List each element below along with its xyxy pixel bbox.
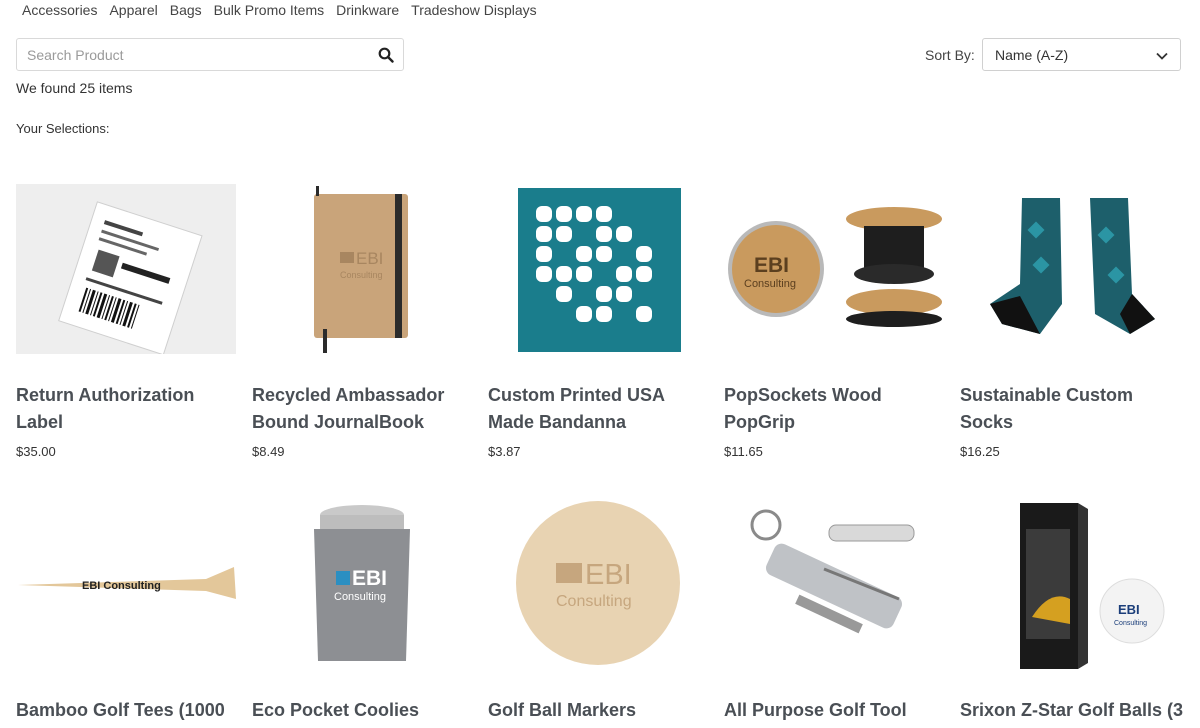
product-card[interactable]: EBI Consulting Golf Ball Markers [488,499,714,724]
chevron-down-icon [1156,47,1168,63]
product-title[interactable]: All Purpose Golf Tool [724,697,950,724]
category-accessories[interactable]: Accessories [22,2,97,18]
product-price: $3.87 [488,444,521,459]
product-title[interactable]: Srixon Z-Star Golf Balls (3 [960,697,1186,724]
product-image-ball-markers[interactable]: EBI Consulting [488,499,708,669]
product-title[interactable]: Return Authorization Label [16,382,242,436]
product-card[interactable]: Custom Printed USA Made Bandanna $3.87 [488,184,714,459]
tee-imprint: EBI Consulting [82,580,161,592]
product-title[interactable]: PopSockets Wood PopGrip [724,382,950,436]
category-drinkware[interactable]: Drinkware [336,2,399,18]
product-card[interactable]: EBI Consulting Bamboo Golf Tees (1000 [16,499,242,724]
sort-select[interactable]: Name (A-Z) [982,38,1181,71]
product-title[interactable]: Golf Ball Markers [488,697,714,724]
results-count: We found 25 items [16,80,133,96]
product-title[interactable]: Bamboo Golf Tees (1000 [16,697,242,724]
sort-selected-value: Name (A-Z) [995,46,1069,63]
product-image-golf-balls[interactable]: EBI Consulting [960,499,1180,669]
product-price: $11.65 [724,444,763,459]
category-tradeshow-displays[interactable]: Tradeshow Displays [411,2,537,18]
logo-subtext: Consulting [556,593,632,610]
logo-text: EBI [754,254,789,277]
search-icon[interactable] [369,39,403,70]
product-image-journalbook[interactable]: EBI Consulting [252,184,472,354]
logo-subtext: Consulting [1114,620,1147,627]
product-card[interactable]: All Purpose Golf Tool [724,499,950,724]
product-title[interactable]: Sustainable Custom Socks [960,382,1186,436]
logo-text: EBI [352,567,387,590]
logo-subtext: Consulting [334,591,386,603]
search-input[interactable] [17,39,369,70]
sort-label: Sort By: [925,47,975,63]
logo-subtext: Consulting [744,278,796,290]
product-price: $8.49 [252,444,285,459]
product-card[interactable]: EBI Consulting PopSockets Wood PopGrip $… [724,184,950,459]
product-title[interactable]: Eco Pocket Coolies [252,697,478,724]
logo-subtext: Consulting [340,270,383,280]
product-card[interactable]: Return Authorization Label $35.00 [16,184,242,459]
product-image-return-label[interactable] [16,184,236,354]
product-card[interactable]: Sustainable Custom Socks $16.25 [960,184,1186,459]
product-title[interactable]: Custom Printed USA Made Bandanna [488,382,714,436]
product-image-golf-tool[interactable] [724,499,944,669]
search-box [16,38,404,71]
selections-label: Your Selections: [16,121,110,136]
logo-text: EBI [585,559,632,591]
product-card[interactable]: EBI Consulting Eco Pocket Coolies [252,499,478,724]
product-image-popsocket[interactable]: EBI Consulting [724,184,944,354]
product-price: $16.25 [960,444,1000,459]
product-title[interactable]: Recycled Ambassador Bound JournalBook [252,382,478,436]
product-card[interactable]: EBI Consulting Srixon Z-Star Golf Balls … [960,499,1186,724]
product-price: $35.00 [16,444,56,459]
category-bags[interactable]: Bags [170,2,202,18]
product-image-golf-tees[interactable]: EBI Consulting [16,499,236,669]
category-bulk-promo-items[interactable]: Bulk Promo Items [214,2,324,18]
category-nav: Accessories Apparel Bags Bulk Promo Item… [22,2,549,18]
category-apparel[interactable]: Apparel [109,2,157,18]
logo-text: EBI [1118,602,1140,617]
product-image-socks[interactable] [960,184,1180,354]
logo-text: EBI [356,249,383,268]
product-image-bandanna[interactable] [488,184,708,354]
product-image-coolie[interactable]: EBI Consulting [252,499,472,669]
product-card[interactable]: EBI Consulting Recycled Ambassador Bound… [252,184,478,459]
